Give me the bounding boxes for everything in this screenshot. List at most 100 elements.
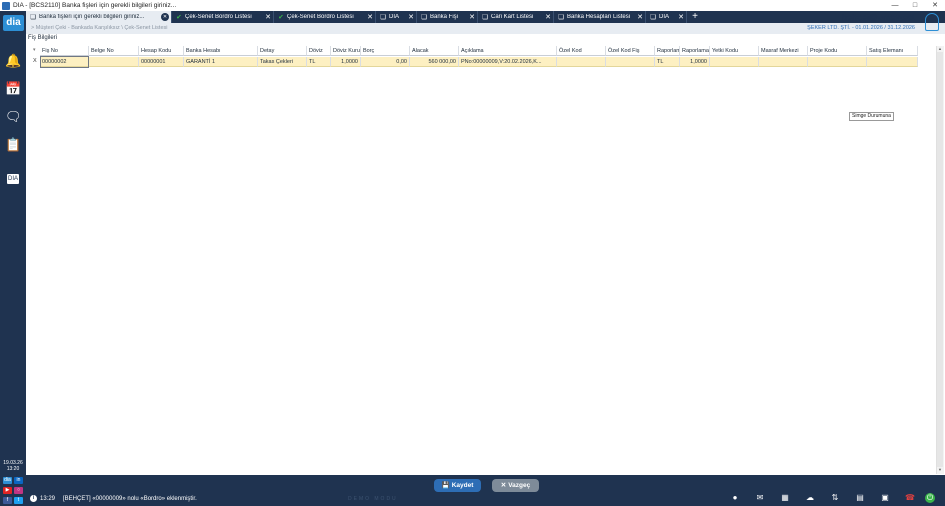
- cell-proje-kodu[interactable]: [808, 57, 867, 67]
- username[interactable]: behçet@umaytest: [842, 12, 915, 22]
- col-header[interactable]: Özel Kod: [557, 46, 606, 56]
- close-tab-icon[interactable]: ✕: [635, 13, 645, 21]
- save-label: Kaydet: [451, 482, 474, 489]
- presentation-icon[interactable]: 📋: [5, 137, 21, 153]
- demo-mode-text: DEMO MODU: [348, 496, 398, 502]
- cell-borc[interactable]: 0,00: [361, 57, 410, 67]
- close-icon[interactable]: ✕: [925, 0, 945, 11]
- tab-dia-2[interactable]: ❏ DIA ✕: [646, 11, 687, 23]
- tooltip: Simge Durumuna: [849, 112, 894, 121]
- tab-label: Cari Kart Listesi: [491, 14, 534, 20]
- save-button[interactable]: 💾 Kaydet: [434, 479, 481, 492]
- col-header[interactable]: Yetki Kodu: [710, 46, 759, 56]
- cell-hesap-kodu[interactable]: 00000001: [139, 57, 184, 67]
- instagram-icon[interactable]: ○: [14, 487, 23, 494]
- mail-icon[interactable]: ✉: [755, 493, 765, 503]
- document-icon: ❏: [482, 14, 488, 21]
- bottom-bar: 💾 Kaydet ✕ Vazgeç i 13:29 [BEHÇET] «0000…: [26, 475, 945, 506]
- twitter-icon[interactable]: t: [14, 497, 23, 504]
- tab-dia-1[interactable]: ❏ DIA ✕: [376, 11, 417, 23]
- focused-cell-outline: [40, 56, 89, 68]
- close-tab-icon[interactable]: ✕: [676, 13, 686, 21]
- close-tab-icon[interactable]: ✕: [263, 13, 273, 21]
- col-header[interactable]: Banka Hesabı: [184, 46, 258, 56]
- close-tab-icon[interactable]: ✕: [406, 13, 416, 21]
- lock-icon[interactable]: ▣: [880, 493, 890, 503]
- cell-doviz-kuru[interactable]: 1,0000: [331, 57, 361, 67]
- calendar-icon[interactable]: 📅: [5, 81, 21, 97]
- calculator-icon[interactable]: ▦: [780, 493, 790, 503]
- tab-banka-hesaplari-listesi[interactable]: ❏ Banka Hesapları Listesi ✕: [554, 11, 646, 23]
- row-delete-marker[interactable]: X: [33, 58, 37, 64]
- tab-label: Banka fişleri için gerekli bilgileri gir…: [39, 14, 145, 20]
- col-header[interactable]: Borç: [361, 46, 410, 56]
- minimize-icon[interactable]: —: [885, 0, 905, 11]
- cell-ozel-kod[interactable]: [557, 57, 606, 67]
- col-header[interactable]: Alacak: [410, 46, 459, 56]
- col-header[interactable]: Özel Kod Fiş: [606, 46, 655, 56]
- tab-cek-senet-bordro-1[interactable]: ✔ Çek-Senet Bordro Listesi ✕: [172, 11, 274, 23]
- col-header[interactable]: Detay: [258, 46, 307, 56]
- youtube-icon[interactable]: ▶: [3, 487, 12, 494]
- user-avatar-icon[interactable]: [925, 13, 939, 31]
- dia-small-logo[interactable]: dia: [3, 477, 12, 484]
- breadcrumb: > Müşteri Çeki - Bankada Karşılıksız \ Ç…: [31, 25, 168, 31]
- check-icon: ✔: [176, 14, 182, 21]
- cell-detay[interactable]: Takas Çekleri: [258, 57, 307, 67]
- maximize-icon[interactable]: □: [905, 0, 925, 11]
- scrollbar-thumb[interactable]: [937, 52, 943, 467]
- header-bar: > Müşteri Çeki - Bankada Karşılıksız \ Ç…: [26, 23, 945, 34]
- scroll-down-icon[interactable]: ▼: [937, 467, 943, 473]
- col-header[interactable]: Proje Kodu: [808, 46, 867, 56]
- col-header[interactable]: Döviz Kuru: [331, 46, 361, 56]
- power-icon[interactable]: ⏻: [925, 493, 935, 503]
- tab-bar: ❏ Banka fişleri için gerekli bilgileri g…: [26, 11, 945, 23]
- cell-masraf-merkezi[interactable]: [759, 57, 808, 67]
- dia-mini-icon[interactable]: DIA: [7, 174, 19, 184]
- col-header[interactable]: Masraf Merkezi: [759, 46, 808, 56]
- sync-icon[interactable]: ⇅: [830, 493, 840, 503]
- cancel-button[interactable]: ✕ Vazgeç: [492, 479, 539, 492]
- bell-icon[interactable]: 🔔: [5, 53, 21, 69]
- col-header[interactable]: Raporlama: [655, 46, 680, 56]
- cell-aciklama[interactable]: PNo:00000009,V:20.02.2026,K...: [459, 57, 557, 67]
- cloud-icon[interactable]: ☁: [805, 493, 815, 503]
- col-header[interactable]: Fiş No: [40, 46, 89, 56]
- tab-cek-senet-bordro-2[interactable]: ✔ Çek-Senet Bordro Listesi ✕: [274, 11, 376, 23]
- close-tab-icon[interactable]: ✕: [161, 13, 169, 21]
- cell-doviz[interactable]: TL: [307, 57, 331, 67]
- cell-raporlama-doviz[interactable]: TL: [655, 57, 680, 67]
- grid-header-menu-icon[interactable]: ▾: [33, 47, 36, 53]
- tab-banka-fisi[interactable]: ❏ Banka Fişi ✕: [417, 11, 478, 23]
- cell-yetki-kodu[interactable]: [710, 57, 759, 67]
- help-bubble-icon[interactable]: ●: [730, 493, 740, 503]
- cell-raporlama-kuru[interactable]: 1,0000: [680, 57, 710, 67]
- cell-satis-elemani[interactable]: [867, 57, 918, 67]
- tab-cari-kart-listesi[interactable]: ❏ Cari Kart Listesi ✕: [478, 11, 554, 23]
- tab-banka-fisleri[interactable]: ❏ Banka fişleri için gerekli bilgileri g…: [26, 11, 172, 23]
- chat-icon[interactable]: 🗨: [5, 109, 22, 125]
- phone-icon[interactable]: ☎: [905, 493, 915, 503]
- col-header[interactable]: Satış Elemanı: [867, 46, 918, 56]
- cell-belge-no[interactable]: [89, 57, 139, 67]
- linkedin-icon[interactable]: in: [14, 477, 23, 484]
- scroll-up-icon[interactable]: ▲: [937, 46, 943, 52]
- col-header[interactable]: Belge No: [89, 46, 139, 56]
- close-tab-icon[interactable]: ✕: [467, 13, 477, 21]
- add-tab-icon[interactable]: +: [689, 11, 701, 23]
- close-tab-icon[interactable]: ✕: [543, 13, 553, 21]
- col-header[interactable]: Hesap Kodu: [139, 46, 184, 56]
- close-tab-icon[interactable]: ✕: [365, 13, 375, 21]
- tab-label: DIA: [389, 14, 400, 20]
- cell-ozel-kod-fis[interactable]: [606, 57, 655, 67]
- col-header[interactable]: Raporlama: [680, 46, 710, 56]
- dia-logo[interactable]: dia: [3, 15, 24, 31]
- cell-alacak[interactable]: 560 000,00: [410, 57, 459, 67]
- info-icon: i: [30, 495, 37, 502]
- col-header[interactable]: Döviz: [307, 46, 331, 56]
- cell-banka-hesabi[interactable]: GARANTİ 1: [184, 57, 258, 67]
- message-icon[interactable]: ▤: [855, 493, 865, 503]
- facebook-icon[interactable]: f: [3, 497, 12, 504]
- app-icon: [2, 1, 10, 10]
- col-header[interactable]: Açıklama: [459, 46, 557, 56]
